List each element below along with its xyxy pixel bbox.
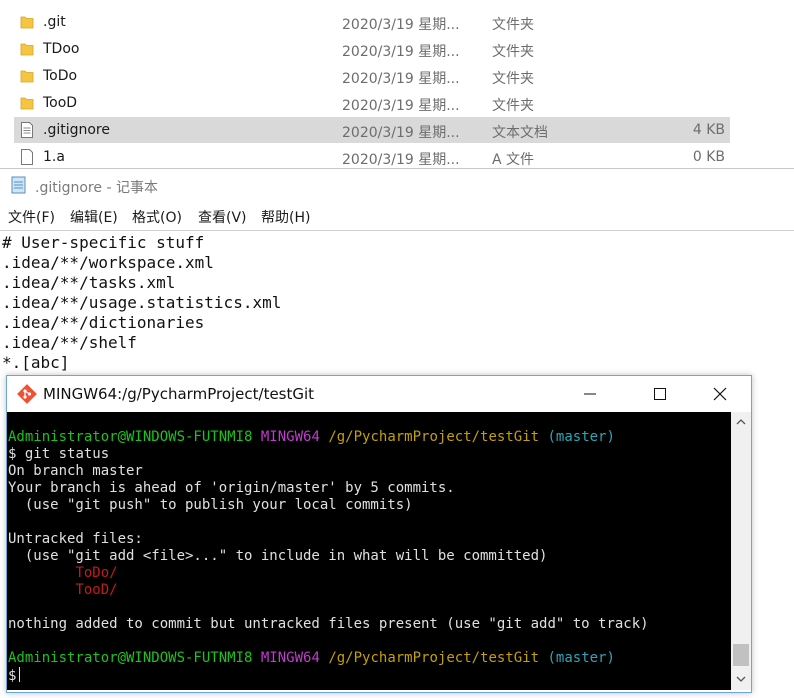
text-cursor [19,667,21,682]
minimize-button[interactable] [567,376,613,412]
minimize-icon [584,393,596,395]
input-line[interactable]: $ [8,667,649,684]
maximize-button[interactable] [637,376,683,412]
close-button[interactable] [697,376,743,412]
file-modified-date: 2020/3/19 星期... [342,125,460,141]
untracked-files-list: ToDo/ TooD/ [8,565,649,599]
file-name: TDoo [43,41,80,57]
text-line: .idea/**/tasks.xml [2,273,176,292]
file-row[interactable]: TDoo 2020/3/19 星期... 文件夹 [14,36,730,62]
file-name: TooD [43,95,78,111]
output-line: (use "git push" to publish your local co… [8,497,413,513]
scrollbar-thumb[interactable] [733,644,749,666]
command-line: $ git status [8,446,649,463]
untracked-file: ToDo/ [8,565,118,581]
notepad-icon [11,176,26,194]
file-name: .git [43,14,66,30]
notepad-title: .gitignore - 记事本 [35,180,158,196]
prompt-env: MINGW64 [260,429,320,445]
menu-item[interactable]: 文件(F) [8,207,55,227]
folder-icon [20,97,34,110]
prompt-symbol: $ [8,446,17,462]
menu-item[interactable]: 帮助(H) [261,207,310,227]
text-line: .idea/**/dictionaries [2,313,205,332]
text-line: .idea/**/shelf [2,333,137,352]
terminal-title: MINGW64:/g/PycharmProject/testGit [43,385,315,403]
scroll-up-icon[interactable] [736,417,746,427]
text-line: *.[abc] [2,353,70,372]
file-modified-date: 2020/3/19 星期... [342,44,460,60]
file-size: 0 KB [692,149,725,165]
status-summary: nothing added to commit but untracked fi… [8,616,649,632]
output-line: Your branch is ahead of 'origin/master' … [8,480,455,496]
terminal-output: Administrator@WINDOWS-FUTNMI8 MINGW64 /g… [8,429,649,684]
prompt-env: MINGW64 [260,650,320,666]
file-type: 文件夹 [492,71,534,87]
menu-item[interactable]: 编辑(E) [70,207,118,227]
menu-item[interactable]: 格式(O) [132,207,182,227]
terminal-body[interactable]: Administrator@WINDOWS-FUTNMI8 MINGW64 /g… [7,412,731,690]
text-line: # User-specific stuff [2,233,205,252]
file-type: 文件夹 [492,44,534,60]
prompt-user: Administrator@WINDOWS-FUTNMI8 [8,429,253,445]
maximize-icon [654,388,666,400]
notepad-text-content[interactable]: # User-specific stuff .idea/**/workspace.… [2,233,281,373]
file-type: 文本文档 [492,125,548,141]
file-modified-date: 2020/3/19 星期... [342,98,460,114]
file-icon [21,149,33,165]
prompt-branch: (master) [547,429,615,445]
notepad-title-bar[interactable]: .gitignore - 记事本 [0,169,794,201]
text-line: .idea/**/workspace.xml [2,253,214,272]
prompt-line: Administrator@WINDOWS-FUTNMI8 MINGW64 /g… [8,429,649,446]
terminal-title-bar[interactable]: MINGW64:/g/PycharmProject/testGit [7,376,751,412]
command-text: git status [24,446,110,462]
file-type: A 文件 [492,152,535,168]
terminal-scrollbar[interactable] [731,412,751,690]
file-name: ToDo [43,68,78,84]
prompt-path: /g/PycharmProject/testGit [328,650,540,666]
close-icon [713,387,727,401]
file-name: 1.a [43,149,65,165]
prompt-symbol: $ [8,668,17,684]
file-row[interactable]: ToDo 2020/3/19 星期... 文件夹 [14,63,730,89]
terminal-window: MINGW64:/g/PycharmProject/testGit Admini… [6,375,752,693]
file-type: 文件夹 [492,98,534,114]
text-line: .idea/**/usage.statistics.xml [2,293,282,312]
folder-icon [20,43,34,56]
file-modified-date: 2020/3/19 星期... [342,152,460,168]
prompt-path: /g/PycharmProject/testGit [328,429,540,445]
file-row[interactable]: .gitignore 2020/3/19 星期... 文本文档 4 KB [14,117,730,143]
output-line: On branch master [8,463,143,479]
prompt-line: Administrator@WINDOWS-FUTNMI8 MINGW64 /g… [8,650,649,667]
untracked-file: TooD/ [8,582,118,598]
text-file-icon [21,122,33,138]
output-line: Untracked files: [8,531,143,547]
file-name: .gitignore [43,122,110,138]
file-row[interactable]: TooD 2020/3/19 星期... 文件夹 [14,90,730,116]
folder-icon [20,70,34,83]
scroll-down-icon[interactable] [736,674,746,684]
git-status-output: On branch master Your branch is ahead of … [8,463,649,565]
output-line: (use "git add <file>..." to include in w… [8,548,548,564]
folder-icon [20,16,34,29]
menu-item[interactable]: 查看(V) [198,207,247,227]
git-icon [17,384,37,404]
file-explorer-list: .git 2020/3/19 星期... 文件夹 TDoo 2020/3/19 星期..… [0,0,794,170]
file-row[interactable]: .git 2020/3/19 星期... 文件夹 [14,9,730,35]
prompt-branch: (master) [547,650,615,666]
file-modified-date: 2020/3/19 星期... [342,71,460,87]
file-size: 4 KB [692,122,725,138]
file-row[interactable]: 1.a 2020/3/19 星期... A 文件 0 KB [14,144,730,170]
file-modified-date: 2020/3/19 星期... [342,17,460,33]
prompt-user: Administrator@WINDOWS-FUTNMI8 [8,650,253,666]
file-type: 文件夹 [492,17,534,33]
